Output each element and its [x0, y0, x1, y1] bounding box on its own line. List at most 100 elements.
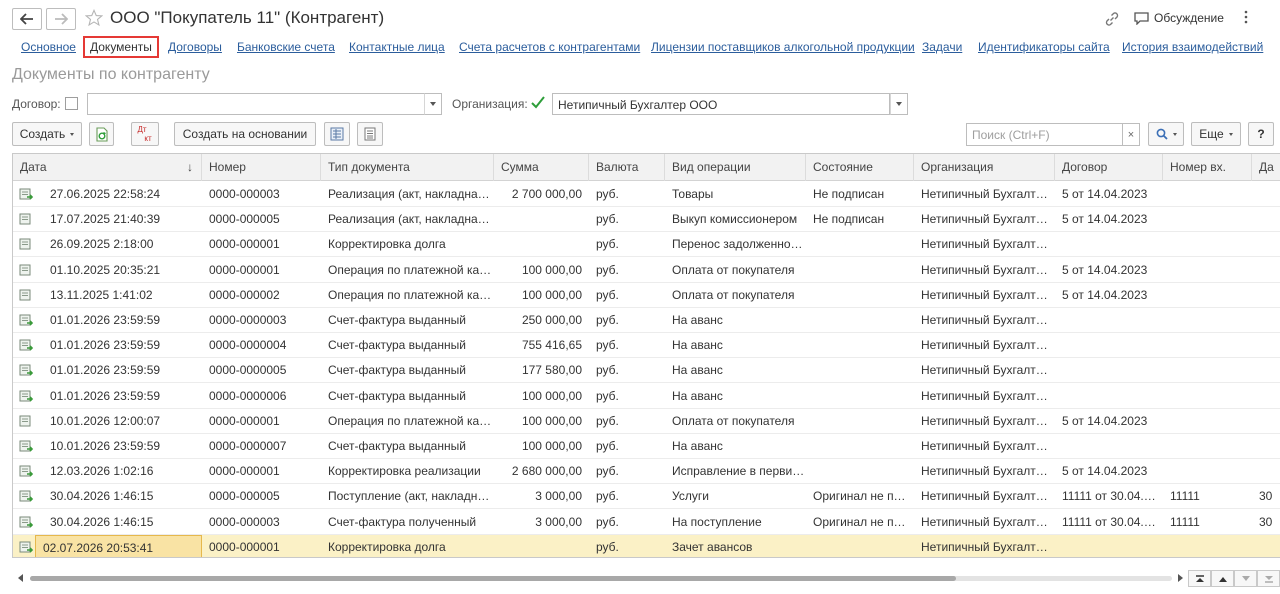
cell-state [806, 258, 914, 283]
nav-link-main[interactable]: Основное [21, 40, 76, 54]
cell-sum: 3 000,00 [535, 514, 582, 529]
cell-date: 26.09.2025 2:18:00 [50, 237, 154, 252]
cell-in-number [1163, 384, 1252, 409]
nav-link-site-ids[interactable]: Идентификаторы сайта [978, 40, 1110, 54]
cell-state [806, 434, 914, 459]
documents-table[interactable]: Дата ↓ Номер Тип документа Сумма Валюта … [12, 153, 1280, 558]
horizontal-scrollbar[interactable] [14, 572, 1183, 584]
document-posted-icon [19, 516, 34, 528]
scroll-left-icon[interactable] [18, 574, 23, 582]
chevron-down-icon [1172, 132, 1177, 136]
column-header-date[interactable]: Дата ↓ [13, 154, 202, 181]
column-header-operation[interactable]: Вид операции [665, 154, 806, 181]
scroll-top-button[interactable] [1188, 570, 1211, 587]
cell-extra: 30 [1259, 514, 1273, 529]
scrollbar-thumb[interactable] [30, 576, 956, 581]
forward-button[interactable] [46, 8, 76, 30]
search-input[interactable]: Поиск (Ctrl+F) [966, 123, 1123, 146]
table-row[interactable]: 10.01.2026 12:00:07 0000-000001 Операция п… [13, 409, 1280, 434]
column-header-contract[interactable]: Договор [1055, 154, 1163, 181]
document-icon [19, 213, 31, 225]
cell-sum: 100 000,00 [521, 439, 582, 453]
contract-filter-checkbox[interactable] [65, 97, 78, 110]
cell-org: Нетипичный Бухгалт… [921, 439, 1048, 453]
contract-filter-input[interactable] [87, 93, 425, 115]
column-header-extra[interactable]: Да [1252, 154, 1280, 181]
table-row[interactable]: 13.11.2025 1:41:02 0000-000002 Операция по… [13, 283, 1280, 308]
cell-extra [1252, 182, 1280, 207]
more-vertical-icon[interactable] [1244, 10, 1248, 24]
refresh-button[interactable] [89, 122, 114, 146]
page-up-button[interactable] [1211, 570, 1234, 587]
table-row[interactable]: 01.10.2025 20:35:21 0000-000001 Операция п… [13, 258, 1280, 283]
discussion-button[interactable]: Обсуждение [1134, 11, 1224, 25]
table-row[interactable]: 01.01.2026 23:59:59 0000-0000003 Счет-факт… [13, 308, 1280, 333]
cell-number: 0000-0000005 [209, 363, 287, 378]
table-row[interactable]: 01.01.2026 23:59:59 0000-0000006 Счет-факт… [13, 384, 1280, 409]
cell-type: Счет-фактура выданный [328, 313, 466, 327]
cell-number: 0000-0000006 [209, 388, 287, 403]
scroll-bottom-button[interactable] [1257, 570, 1280, 587]
column-header-state[interactable]: Состояние [806, 154, 914, 181]
org-dropdown-button[interactable] [890, 93, 908, 115]
column-header-in-number[interactable]: Номер вх. [1163, 154, 1252, 181]
favorite-star-icon[interactable] [85, 9, 103, 27]
contract-dropdown-button[interactable] [424, 93, 442, 115]
cell-currency: руб. [596, 439, 619, 453]
cell-contract [1055, 232, 1163, 257]
more-actions-button[interactable]: Еще [1191, 122, 1241, 146]
nav-link-tasks[interactable]: Задачи [922, 40, 962, 54]
nav-link-contracts[interactable]: Договоры [168, 40, 222, 54]
cell-contract [1055, 333, 1163, 358]
cell-sum: 100 000,00 [521, 413, 582, 428]
cell-currency: руб. [596, 287, 619, 302]
table-row[interactable]: 27.06.2025 22:58:24 0000-000003 Реализация… [13, 182, 1280, 207]
cell-org: Нетипичный Бухгалт… [921, 539, 1048, 554]
nav-link-contacts[interactable]: Контактные лица [349, 40, 445, 54]
column-header-organization[interactable]: Организация [914, 154, 1055, 181]
table-row[interactable]: 30.04.2026 1:46:15 0000-000003 Счет-фактур… [13, 510, 1280, 535]
search-button[interactable] [1148, 122, 1184, 146]
cell-type: Счет-фактура выданный [328, 363, 466, 378]
table-row[interactable]: 01.01.2026 23:59:59 0000-0000005 Счет-факт… [13, 358, 1280, 384]
help-button[interactable]: ? [1248, 122, 1274, 146]
table-row[interactable]: 17.07.2025 21:40:39 0000-000005 Реализация… [13, 207, 1280, 233]
org-filter-checkbox[interactable] [531, 96, 545, 109]
dtkt-button[interactable]: Дт кт [131, 122, 159, 146]
cell-org: Нетипичный Бухгалт… [921, 514, 1048, 529]
cell-extra [1252, 358, 1280, 383]
search-clear-button[interactable]: × [1122, 123, 1140, 146]
nav-link-alcohol-licenses[interactable]: Лицензии поставщиков алкогольной продукц… [651, 40, 915, 54]
nav-link-settlement-accounts[interactable]: Счета расчетов с контрагентами [459, 40, 640, 54]
table-row[interactable]: 10.01.2026 23:59:59 0000-0000007 Счет-факт… [13, 434, 1280, 459]
table-row[interactable]: 30.04.2026 1:46:15 0000-000005 Поступление… [13, 484, 1280, 510]
contract-filter-label: Договор: [12, 97, 61, 111]
page-down-button[interactable] [1234, 570, 1257, 587]
arrow-left-icon [20, 13, 33, 25]
create-button[interactable]: Создать [12, 122, 82, 146]
back-button[interactable] [12, 8, 42, 30]
column-header-doc-type[interactable]: Тип документа [321, 154, 494, 181]
cell-number: 0000-000005 [209, 212, 280, 227]
cell-type: Операция по платежной ка… [328, 262, 492, 277]
nav-link-history[interactable]: История взаимодействий [1122, 40, 1263, 54]
table-row[interactable]: 02.07.2026 20:53:41 0000-000001 Корректиро… [13, 534, 1280, 557]
table-row[interactable]: 01.01.2026 23:59:59 0000-0000004 Счет-факт… [13, 333, 1280, 359]
scroll-right-icon[interactable] [1178, 574, 1183, 582]
document-icon [19, 289, 31, 301]
report-button[interactable] [357, 122, 383, 146]
table-row[interactable]: 26.09.2025 2:18:00 0000-000001 Корректиров… [13, 232, 1280, 258]
cell-in-number [1163, 283, 1252, 308]
column-header-currency[interactable]: Валюта [589, 154, 665, 181]
link-icon[interactable] [1104, 11, 1120, 27]
nav-link-documents[interactable]: Документы [83, 36, 159, 58]
document-posted-icon [19, 541, 34, 553]
table-row[interactable]: 12.03.2026 1:02:16 0000-000001 Корректиров… [13, 459, 1280, 485]
cell-operation: Перенос задолженно… [672, 237, 803, 252]
org-filter-input[interactable]: Нетипичный Бухгалтер ООО [552, 93, 890, 115]
structure-button[interactable] [324, 122, 350, 146]
nav-link-bank-accounts[interactable]: Банковские счета [237, 40, 335, 54]
column-header-number[interactable]: Номер [202, 154, 321, 181]
column-header-sum[interactable]: Сумма [494, 154, 589, 181]
create-based-on-button[interactable]: Создать на основании [174, 122, 316, 146]
